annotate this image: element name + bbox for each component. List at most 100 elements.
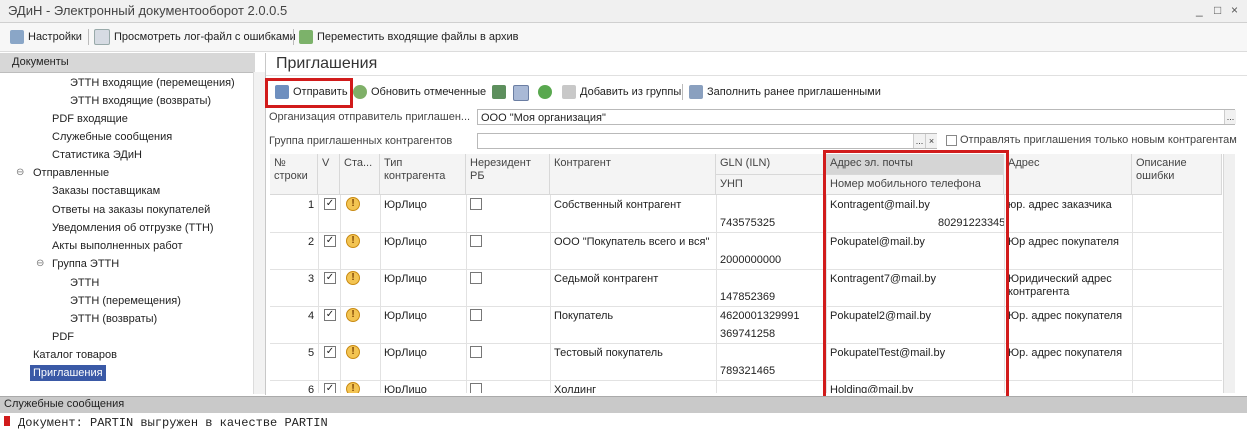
archive-icon (299, 30, 313, 44)
row-checkbox[interactable]: ✓ (324, 309, 336, 321)
grid-scrollbar[interactable] (1223, 154, 1235, 393)
collapse-icon[interactable]: ⊖ (16, 167, 24, 178)
add-from-group-button[interactable]: Добавить из группы (562, 84, 681, 100)
settings-label: Настройки (28, 31, 82, 43)
view-log-label: Просмотреть лог-файл с ошибками (114, 31, 296, 43)
table-row[interactable]: 5 ✓ ! ЮрЛицо Тестовый покупатель 7893214… (270, 343, 1222, 381)
row-type: ЮрЛицо (384, 199, 427, 211)
nav-item-etn-returns[interactable]: ЭТТН (возвраты) (70, 311, 157, 327)
nav-item-etn-incoming-returns[interactable]: ЭТТН входящие (возвраты) (70, 93, 211, 109)
settings-button[interactable]: Настройки (10, 29, 82, 45)
nonresident-checkbox[interactable] (470, 383, 482, 393)
fill-previous-button[interactable]: Заполнить ранее приглашенными (689, 84, 881, 100)
nonresident-checkbox[interactable] (470, 235, 482, 247)
nav-item-acts[interactable]: Акты выполненных работ (52, 238, 183, 254)
nav-item-edin-stats[interactable]: Статистика ЭДиН (52, 147, 142, 163)
col-gln[interactable]: GLN (ILN) (716, 154, 826, 175)
nonresident-checkbox[interactable] (470, 272, 482, 284)
close-button[interactable]: × (1231, 3, 1238, 17)
view-log-button[interactable]: Просмотреть лог-файл с ошибками (94, 29, 296, 45)
refresh-checked-button[interactable]: Обновить отмеченные (353, 84, 486, 100)
nav-item-sent[interactable]: Отправленные (33, 165, 109, 181)
service-messages-panel: Служебные сообщения Документ: PARTIN выг… (0, 396, 1247, 438)
documents-header: Документы (0, 53, 255, 73)
add-icon[interactable] (538, 85, 552, 99)
row-checkbox[interactable]: ✓ (324, 383, 336, 393)
documents-header-label: Документы (12, 56, 69, 68)
collapse-icon[interactable]: ⊖ (36, 258, 44, 269)
col-nonresident[interactable]: Нерезидент РБ (466, 154, 550, 195)
sidebar-scrollbar[interactable] (253, 72, 265, 394)
org-select-button[interactable]: ... (1224, 110, 1236, 124)
row-address: Юр. адрес покупателя (1008, 310, 1123, 322)
row-address: Юр. адрес покупателя (1008, 347, 1123, 359)
group-clear-button[interactable]: × (925, 134, 937, 148)
minimize-button[interactable]: _ (1196, 3, 1203, 17)
nav-item-etn-moves[interactable]: ЭТТН (перемещения) (70, 293, 181, 309)
row-type: ЮрЛицо (384, 384, 427, 393)
row-number: 6 (308, 384, 315, 393)
org-value: ООО "Моя организация" (481, 112, 606, 124)
org-input[interactable]: ООО "Моя организация" (477, 109, 1235, 125)
document-icon[interactable] (513, 85, 529, 101)
row-contragent: Седьмой контрагент (554, 273, 659, 285)
nav-item-pdf-incoming[interactable]: PDF входящие (52, 111, 128, 127)
nav-item-catalog[interactable]: Каталог товаров (33, 347, 117, 363)
table-row[interactable]: 4 ✓ ! ЮрЛицо Покупатель 4620001329991 36… (270, 306, 1222, 344)
nav-item-service-messages[interactable]: Служебные сообщения (52, 129, 172, 145)
nav-item-etn-incoming-moves[interactable]: ЭТТН входящие (перемещения) (70, 75, 235, 91)
col-error[interactable]: Описание ошибки (1132, 154, 1222, 195)
table-row[interactable]: 1 ✓ ! ЮрЛицо Собственный контрагент 7435… (270, 195, 1222, 233)
service-header-label: Служебные сообщения (4, 398, 125, 410)
warning-icon: ! (346, 308, 360, 322)
col-address[interactable]: Адрес (1004, 154, 1132, 195)
nav-item-invitations[interactable]: Приглашения (30, 365, 106, 381)
nav-item-etn[interactable]: ЭТТН (70, 275, 99, 291)
row-address: Юр адрес покупателя (1008, 236, 1119, 248)
col-v[interactable]: V (318, 154, 340, 195)
group-select-button[interactable]: ... (913, 134, 925, 148)
main-toolbar: Настройки Просмотреть лог-файл с ошибкам… (0, 23, 1247, 52)
group-label: Группа приглашенных контрагентов (269, 135, 453, 147)
row-number: 2 (308, 236, 315, 248)
title-bar: ЭДиН - Электронный документооборот 2.0.0… (0, 0, 1247, 23)
nav-item-supplier-orders[interactable]: Заказы поставщикам (52, 183, 160, 199)
nonresident-checkbox[interactable] (470, 346, 482, 358)
log-file-icon (94, 29, 110, 45)
nav-item-pdf[interactable]: PDF (52, 329, 74, 345)
group-input[interactable] (477, 133, 937, 149)
col-num[interactable]: № строки (270, 154, 318, 195)
table-row[interactable]: 3 ✓ ! ЮрЛицо Седьмой контрагент 14785236… (270, 269, 1222, 307)
col-type[interactable]: Тип контрагента (380, 154, 466, 195)
copy-icon[interactable] (492, 85, 506, 99)
row-number: 1 (308, 199, 315, 211)
move-archive-button[interactable]: Переместить входящие файлы в архив (299, 29, 518, 45)
row-checkbox[interactable]: ✓ (324, 272, 336, 284)
error-marker-icon (4, 416, 10, 426)
col-status[interactable]: Ста... (340, 154, 380, 195)
nav-item-etn-group[interactable]: Группа ЭТТН (52, 256, 119, 272)
users-icon (689, 85, 703, 99)
nonresident-checkbox[interactable] (470, 198, 482, 210)
table-row[interactable]: 6 ✓ ! ЮрЛицо Холдинг Holding@mail.by (270, 380, 1222, 393)
col-contragent[interactable]: Контрагент (550, 154, 716, 195)
row-checkbox[interactable]: ✓ (324, 198, 336, 210)
col-unp[interactable]: УНП (716, 175, 826, 195)
row-number: 5 (308, 347, 315, 359)
row-number: 4 (308, 310, 315, 322)
nav-item-shipment-notices[interactable]: Уведомления об отгрузке (ТТН) (52, 220, 214, 236)
row-type: ЮрЛицо (384, 310, 427, 322)
row-type: ЮрЛицо (384, 347, 427, 359)
row-contragent: Покупатель (554, 310, 614, 322)
add-group-label: Добавить из группы (580, 86, 682, 98)
restore-button[interactable]: □ (1214, 3, 1221, 17)
only-new-checkbox[interactable] (946, 135, 957, 146)
table-row[interactable]: 2 ✓ ! ЮрЛицо ООО "Покупатель всего и вся… (270, 232, 1222, 270)
invitations-panel: Приглашения Отправить Обновить отмеченны… (265, 53, 1247, 406)
nonresident-checkbox[interactable] (470, 309, 482, 321)
documents-panel: Документы ЭТТН входящие (перемещения) ЭТ… (0, 53, 266, 395)
row-checkbox[interactable]: ✓ (324, 346, 336, 358)
row-checkbox[interactable]: ✓ (324, 235, 336, 247)
nav-item-order-responses[interactable]: Ответы на заказы покупателей (52, 202, 210, 218)
row-contragent: Собственный контрагент (554, 199, 682, 211)
